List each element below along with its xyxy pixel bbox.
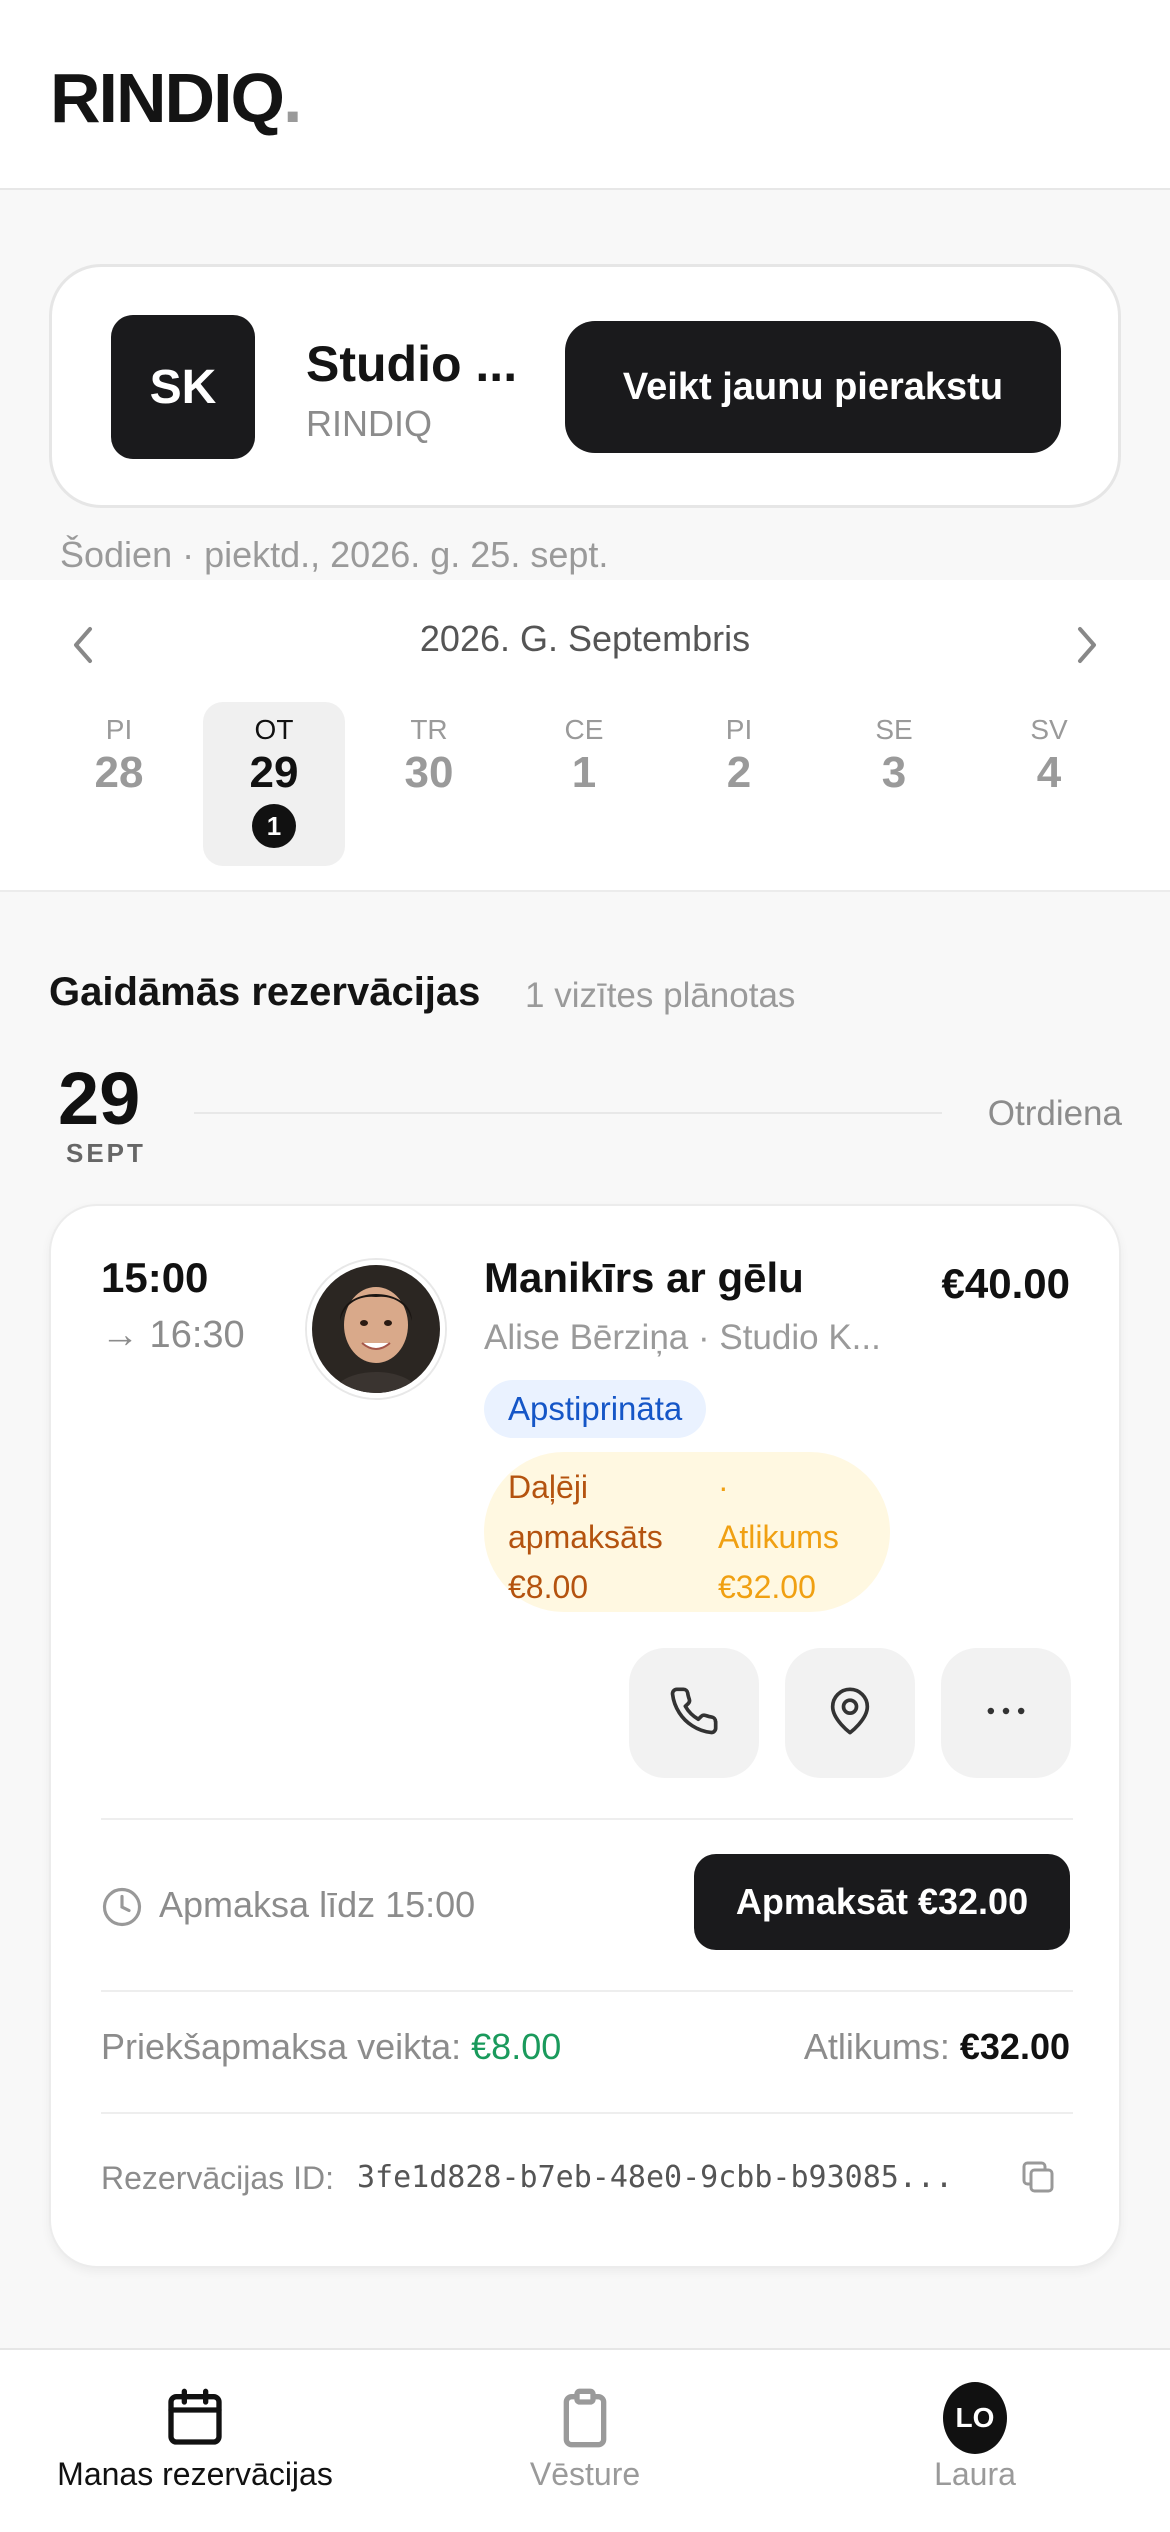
calendar-day-selected[interactable]: OT 29 1: [203, 702, 345, 866]
booking-count-badge: 1: [252, 804, 296, 848]
day-number: 1: [571, 748, 597, 797]
more-options-button[interactable]: [941, 1648, 1071, 1778]
nav-label: Vēsture: [529, 2456, 641, 2492]
profile-avatar-wrap: LO: [943, 2382, 1007, 2454]
start-time: 15:00: [101, 1254, 209, 1301]
booking-card[interactable]: 15:00 → 16:30 Manikīrs ar gēlu €40.00 Al…: [49, 1204, 1121, 2268]
more-icon: [980, 1685, 1032, 1742]
today-label: Šodien · piektd., 2026. g. 25. sept.: [60, 534, 609, 575]
section-subtitle: 1 vizītes plānotas: [525, 976, 796, 1015]
calendar-day[interactable]: SV 4: [978, 702, 1120, 866]
day-name: CE: [564, 714, 604, 745]
remaining-value: €32.00: [959, 2026, 1070, 2067]
app-logo[interactable]: RINDIQ.: [50, 58, 303, 138]
date-divider: [194, 1112, 942, 1114]
nav-label: Laura: [934, 2456, 1016, 2492]
day-number: 28: [94, 748, 144, 797]
location-button[interactable]: [785, 1648, 915, 1778]
day-name: TR: [410, 714, 448, 745]
logo-text: RINDIQ: [50, 59, 285, 137]
day-number: 3: [881, 748, 907, 797]
nav-item-profile[interactable]: LO Laura: [860, 2350, 1090, 2532]
day-name: SV: [1030, 714, 1068, 745]
date-weekday: Otrdiena: [987, 1094, 1122, 1133]
day-name: PI: [105, 714, 133, 745]
day-name: PI: [725, 714, 753, 745]
profile-avatar: LO: [943, 2382, 1007, 2454]
calendar-day[interactable]: TR 30: [358, 702, 500, 866]
prepaid-value: €8.00: [471, 2026, 562, 2067]
calendar-day[interactable]: PI 28: [48, 702, 190, 866]
service-name: Manikīrs ar gēlu: [484, 1254, 804, 1301]
day-name: SE: [875, 714, 913, 745]
remaining-amount: €32.00: [718, 1569, 816, 1605]
calendar-month-label: 2026. G. Septembris: [419, 618, 751, 659]
separator-dot: ·: [718, 1469, 729, 1505]
clipboard-icon: [553, 2386, 617, 2450]
partial-paid-label: Daļēji: [508, 1469, 589, 1505]
reservation-id-value: 3fe1d828-b7eb-48e0-9cbb-b93085...: [357, 2160, 954, 2195]
new-booking-button[interactable]: Veikt jaunu pierakstu: [565, 321, 1061, 453]
partial-paid-label-2: apmaksāts: [508, 1519, 663, 1555]
status-badge: Apstiprināta: [484, 1380, 707, 1438]
clock-icon: [101, 1886, 143, 1928]
bottom-navigation: Manas rezervācijas Vēsture LO Laura: [0, 2348, 1170, 2532]
day-number: 2: [726, 748, 752, 797]
nav-label: Manas rezervācijas: [57, 2456, 333, 2492]
salon-card: SK Studio ... RINDIQ Veikt jaunu pieraks…: [49, 264, 1121, 508]
payment-due-text: Apmaksa līdz 15:00: [159, 1884, 476, 1925]
nav-item-bookings[interactable]: Manas rezervācijas: [30, 2350, 360, 2532]
end-time: → 16:30: [101, 1314, 245, 1356]
day-name: OT: [254, 714, 294, 745]
staff-avatar: [307, 1260, 445, 1398]
divider: [101, 1990, 1073, 1992]
date-number: 29: [58, 1057, 141, 1140]
calendar-day[interactable]: CE 1: [513, 702, 655, 866]
payment-status-badge: Daļēji apmaksāts €8.00 · Atlikums €32.00: [484, 1452, 890, 1612]
chevron-right-icon[interactable]: [1062, 620, 1112, 670]
nav-item-history[interactable]: Vēsture: [420, 2350, 750, 2532]
calendar-day[interactable]: PI 2: [668, 702, 810, 866]
call-button[interactable]: [629, 1648, 759, 1778]
section-title: Gaidāmās rezervācijas: [49, 970, 481, 1014]
staff-and-salon: Alise Bērziņa · Studio K...: [484, 1318, 881, 1357]
phone-icon: [668, 1685, 720, 1742]
reservation-id-label: Rezervācijas ID:: [101, 2160, 334, 2196]
calendar-day[interactable]: SE 3: [823, 702, 965, 866]
remaining-label: Atlikums: [718, 1519, 839, 1555]
remaining-info: Atlikums: €32.00: [804, 2026, 1070, 2068]
divider: [101, 2112, 1073, 2114]
divider: [101, 1818, 1073, 1820]
logo-dot: .: [283, 59, 303, 137]
app-header: RINDIQ.: [0, 0, 1170, 190]
salon-name: Studio ...: [306, 336, 518, 392]
pay-button[interactable]: Apmaksāt €32.00: [694, 1854, 1070, 1950]
week-calendar: 2026. G. Septembris PI 28 OT 29 1 TR 30 …: [0, 580, 1170, 892]
date-month: SEPT: [66, 1138, 146, 1168]
prepaid-label: Priekšapmaksa veikta:: [101, 2026, 462, 2067]
salon-avatar: SK: [111, 315, 255, 459]
day-number: 29: [249, 748, 299, 797]
remaining-label: Atlikums:: [803, 2026, 950, 2067]
calendar-icon: [163, 2386, 227, 2450]
day-number: 30: [404, 748, 454, 797]
salon-brand: RINDIQ: [306, 403, 432, 444]
day-number: 4: [1036, 748, 1062, 797]
copy-icon[interactable]: [1017, 2156, 1059, 2198]
service-price: €40.00: [941, 1260, 1070, 1307]
partial-paid-amount: €8.00: [508, 1569, 589, 1605]
prepaid-info: Priekšapmaksa veikta: €8.00: [101, 2026, 561, 2068]
location-pin-icon: [824, 1685, 876, 1742]
